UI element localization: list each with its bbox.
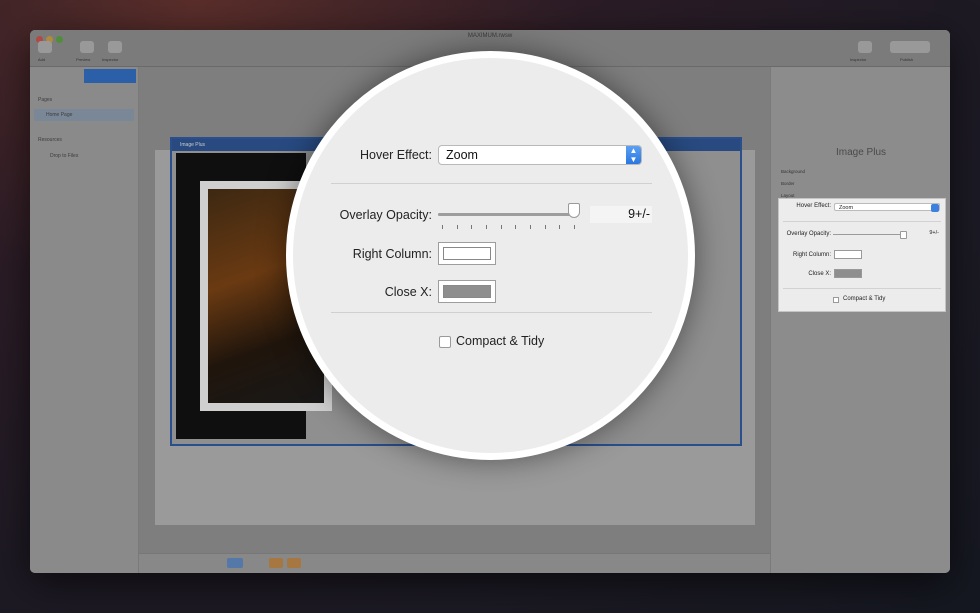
preview-right-column-swatch[interactable] <box>834 250 862 259</box>
section-divider-2 <box>331 312 652 313</box>
bottom-orange-button-2[interactable] <box>287 558 301 568</box>
slider-tick <box>486 225 487 229</box>
preview-compact-checkbox[interactable] <box>833 297 839 303</box>
sidebar-item-label: Home Page <box>46 112 73 118</box>
preview-opacity-slider-thumb[interactable] <box>899 231 907 239</box>
add-button[interactable] <box>38 41 52 53</box>
compact-tidy-checkbox[interactable] <box>439 336 451 348</box>
hover-effect-value: Zoom <box>446 148 478 162</box>
inspector-panel: Image Plus Background Border Layout Resp… <box>770 67 950 573</box>
preview-right-column-label: Right Column: <box>792 252 831 258</box>
close-x-color-swatch <box>443 285 491 298</box>
close-x-label: Close X: <box>384 285 432 299</box>
page-sidebar: Pages Home Page Resources Drop to Files <box>30 67 139 573</box>
chevron-updown-icon: ▲ ▼ <box>626 146 641 164</box>
section-divider <box>331 183 652 184</box>
preview-divider <box>783 221 941 222</box>
bottom-toolbar <box>139 553 770 573</box>
publish-button[interactable] <box>890 41 930 53</box>
opacity-value-field[interactable]: 9+/- <box>590 206 652 223</box>
sidebar-tab-pages[interactable] <box>84 69 136 83</box>
slider-tick <box>515 225 517 229</box>
slider-tick <box>500 225 502 229</box>
inspector-title: Image Plus <box>835 147 887 158</box>
preview-button[interactable] <box>80 41 94 53</box>
inspector-toggle-label: Inspector <box>102 57 119 62</box>
bottom-orange-button[interactable] <box>269 558 283 568</box>
magnified-settings: Hover Effect: Zoom ▲ ▼ Overlay Opacity: 9… <box>286 51 695 460</box>
preview-opacity-slider-track[interactable] <box>833 234 905 235</box>
hover-effect-label: Hover Effect: <box>359 148 432 162</box>
inspector-button[interactable] <box>858 41 872 53</box>
overlay-opacity-label: Overlay Opacity: <box>339 208 432 222</box>
preview-overlay-opacity-label: Overlay Opacity: <box>786 231 831 237</box>
window-title: MAXIMUM.rwsw <box>467 33 513 39</box>
resources-heading: Resources <box>38 137 62 143</box>
bottom-blue-button[interactable] <box>227 558 243 568</box>
compact-tidy-label: Compact & Tidy <box>456 334 545 348</box>
preview-opacity-value: 9+/- <box>929 230 939 236</box>
inspector-section-border[interactable]: Border <box>781 181 795 186</box>
preview-close-x-swatch[interactable] <box>834 269 862 278</box>
add-button-label: Add <box>38 57 46 62</box>
preview-hover-effect-select[interactable]: Zoom <box>834 203 940 212</box>
chevron-updown-icon <box>931 204 939 212</box>
opacity-slider-fill <box>438 213 574 216</box>
preview-hover-effect-label: Hover Effect: <box>796 203 831 209</box>
opacity-slider-thumb[interactable] <box>567 203 580 218</box>
sidebar-item-home-page[interactable]: Home Page <box>34 109 134 121</box>
slider-tick <box>574 225 575 229</box>
slider-tick <box>559 225 561 229</box>
sidebar-item-resource[interactable]: Drop to Files <box>50 153 78 159</box>
pages-heading: Pages <box>38 97 53 103</box>
settings-preview-panel: Hover Effect: Zoom Overlay Opacity: 9+/-… <box>778 198 946 312</box>
preview-hover-effect-value: Zoom <box>839 205 854 211</box>
slider-tick <box>471 225 473 229</box>
right-column-label: Right Column: <box>352 247 432 261</box>
right-column-color-swatch <box>443 247 491 260</box>
slider-tick <box>544 225 546 229</box>
hover-effect-select[interactable]: Zoom ▲ ▼ <box>438 145 642 165</box>
preview-divider-2 <box>783 288 941 289</box>
right-column-color-well[interactable] <box>438 242 496 265</box>
slider-tick <box>442 225 443 229</box>
inspector-section-background[interactable]: Background <box>781 169 805 174</box>
inspector-toggle-button[interactable] <box>108 41 122 53</box>
publish-button-label: Publish <box>900 57 914 62</box>
slider-tick <box>456 225 458 229</box>
inspector-button-label: Inspector <box>850 57 867 62</box>
close-x-color-well[interactable] <box>438 280 496 303</box>
preview-compact-label: Compact & Tidy <box>843 296 886 302</box>
opacity-slider-track[interactable] <box>438 213 578 216</box>
slider-tick <box>530 225 531 229</box>
preview-close-x-label: Close X: <box>808 271 831 277</box>
preview-button-label: Preview <box>76 57 91 62</box>
